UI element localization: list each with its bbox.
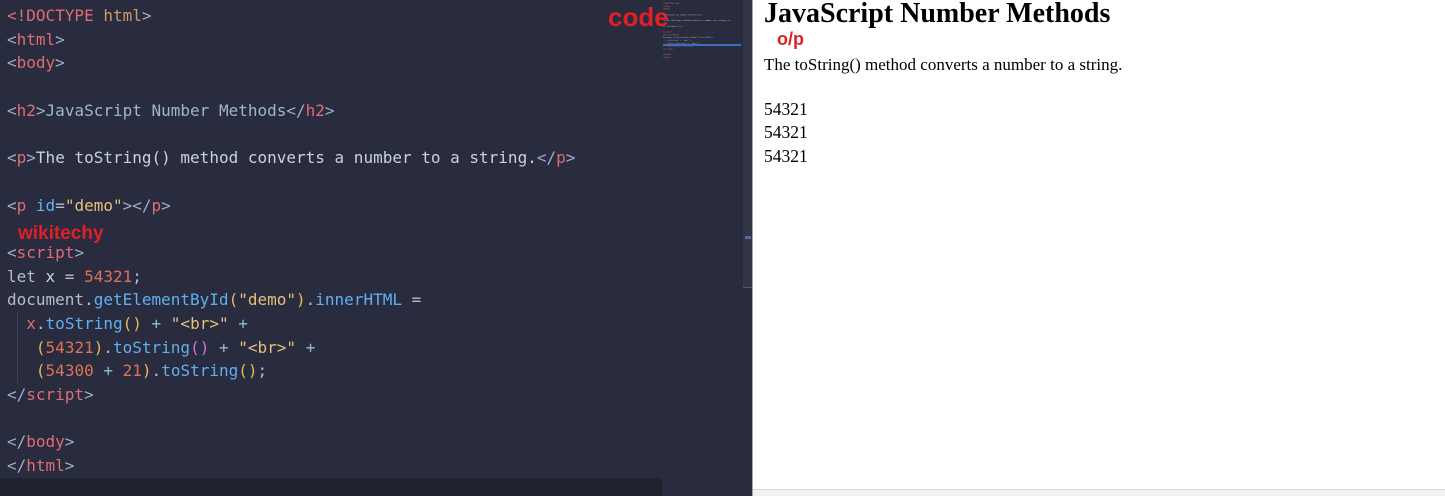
preview-output-line: 54321 [764, 99, 808, 119]
preview-heading: JavaScript Number Methods [764, 0, 1111, 29]
editor-vertical-scrollbar[interactable] [743, 0, 752, 496]
minimap-highlight-line [663, 44, 741, 46]
watermark-code: code [608, 2, 669, 32]
minimap-code-preview: <!DOCTYPE html> <html> <body> <h2>JavaScrip… [663, 2, 741, 59]
code-line: (54300 + 21).toString(); [7, 359, 662, 383]
code-line: </body> [7, 432, 75, 452]
watermark-op: o/p [777, 29, 804, 49]
code-line: <p id="demo"></p> [7, 195, 171, 215]
minimap[interactable]: <!DOCTYPE html> <html> <body> <h2>JavaScrip… [663, 2, 741, 472]
code-line: <script> [7, 242, 85, 262]
code-line: document.getElementById("demo").innerHTM… [7, 290, 422, 310]
preview-output-line: 54321 [764, 122, 808, 143]
screenshot-root: <!DOCTYPE html> <html> <body> <h2>JavaScrip… [0, 0, 1445, 496]
code-line: <h2>JavaScript Number Methods</h2> [7, 100, 335, 120]
code-line: <body> [7, 53, 65, 73]
code-line: <p>The toString() method converts a numb… [7, 148, 576, 168]
code-line: </html> [663, 56, 672, 59]
code-line: x.toString() + "<br>" + [7, 311, 662, 336]
browser-horizontal-scrollbar[interactable] [753, 489, 1445, 496]
editor-horizontal-scrollbar-thumb[interactable] [0, 478, 662, 496]
code-editor[interactable]: <!DOCTYPE html> <html> <body> <h2>JavaScrip… [0, 0, 752, 496]
preview-output-line: 54321 [764, 145, 808, 166]
preview-output: 54321 54321 54321 [764, 98, 808, 168]
overview-ruler-marker [745, 236, 751, 239]
browser-preview-pane: JavaScript Number Methods o/p The toStri… [753, 0, 1445, 496]
code-line: (54321).toString() + "<br>" + [7, 335, 662, 360]
watermark-wikitechy: wikitechy [18, 223, 104, 244]
code-line: let x = 54321; [7, 266, 142, 286]
code-area[interactable]: <!DOCTYPE html> <html> <body> <h2>JavaScrip… [0, 0, 662, 496]
preview-paragraph: The toString() method converts a number … [764, 55, 1123, 74]
code-line: </script> [7, 385, 94, 404]
code-line: <html> [7, 29, 65, 49]
editor-horizontal-scrollbar[interactable] [0, 478, 743, 496]
code-line: <!DOCTYPE html> [7, 6, 152, 25]
code-line: </html> [7, 456, 75, 476]
editor-vertical-scrollbar-thumb[interactable] [743, 0, 752, 288]
